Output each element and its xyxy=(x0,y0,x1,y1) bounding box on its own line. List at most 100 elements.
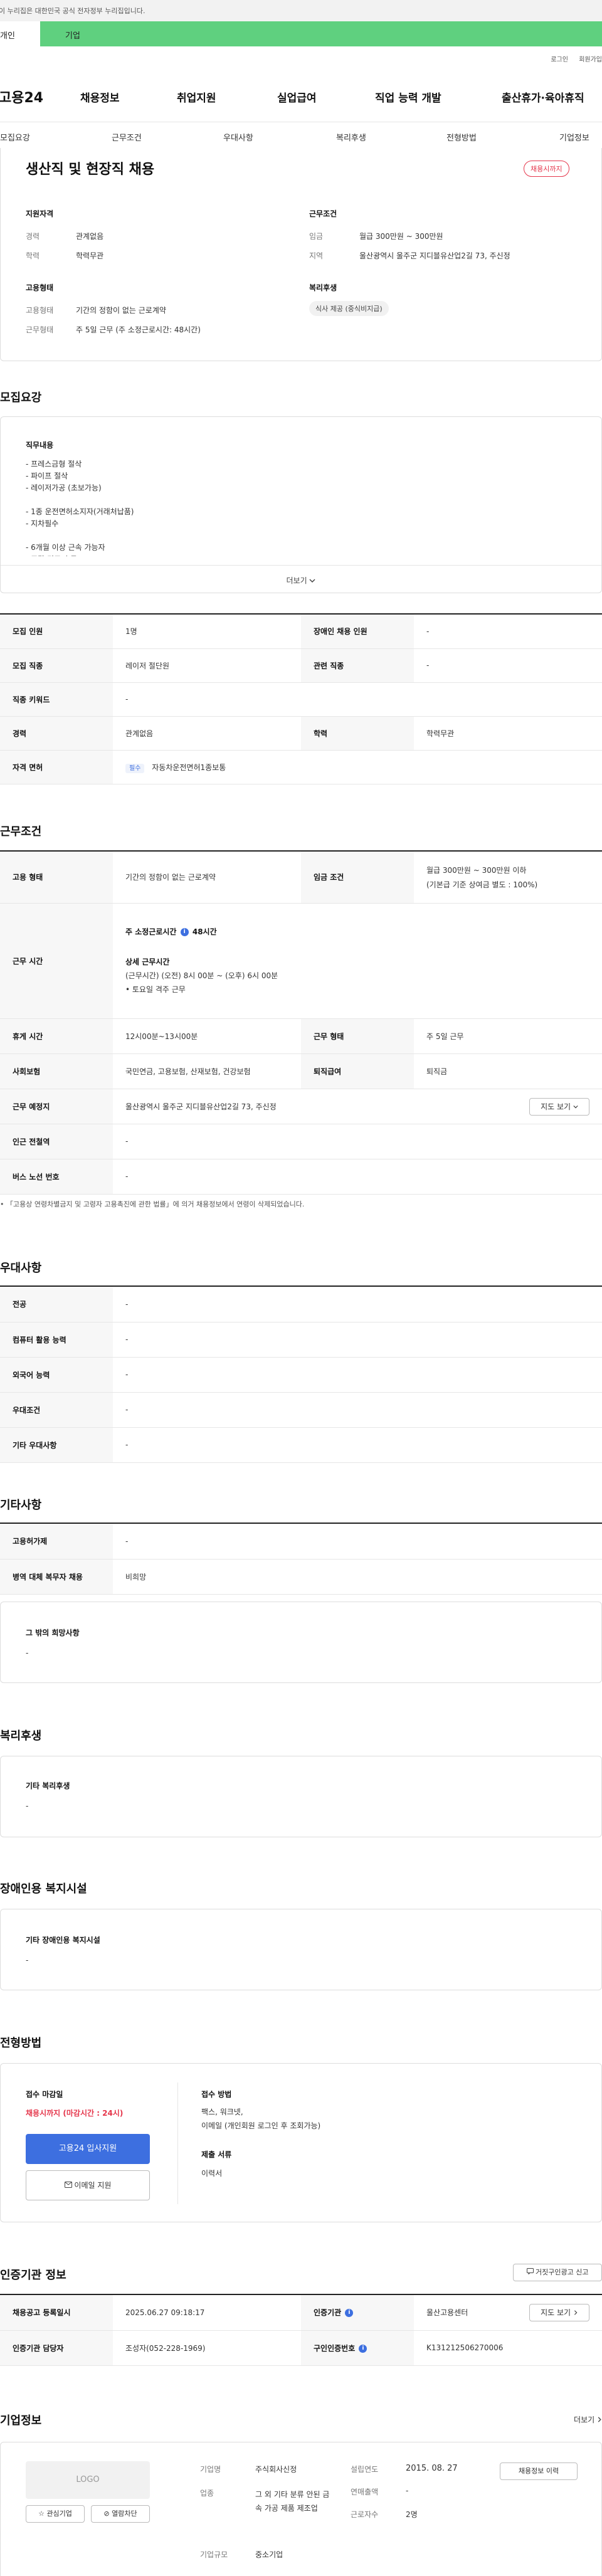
duty-line: - 1종 운전면허소지자(거래처납품) xyxy=(26,507,134,516)
disab-box-value: - xyxy=(26,1956,29,1965)
hours-extra: • 토요일 격주 근무 xyxy=(125,985,186,994)
anchor-work[interactable]: 근무조건 xyxy=(112,131,142,143)
wage-note: (기본급 기준 상여금 별도 : 100%) xyxy=(426,880,538,889)
row-value: - xyxy=(113,682,602,717)
etc-table: 고용허가제 - 병역 대체 복무자 채용 비희망 xyxy=(0,1524,602,1595)
cond-heading: 근무조건 xyxy=(309,209,337,218)
row-label: 관련 직종 xyxy=(301,648,414,683)
gnb-unemployment-benefit[interactable]: 실업급여 xyxy=(277,89,317,105)
email-apply-label: 이메일 지원 xyxy=(74,2181,112,2190)
divider xyxy=(177,2082,178,2204)
row-value: 퇴직금 xyxy=(414,1053,602,1089)
table-row: 컴퓨터 활용 능력 - xyxy=(0,1322,602,1358)
location-value: 울산광역시 울주군 지디블유산업2길 73, 주신정 xyxy=(125,1102,277,1111)
table-row: 고용허가제 - xyxy=(0,1524,602,1560)
row-value: 월급 300만원 ~ 300만원 이하 (기본급 기준 상여금 별도 : 100… xyxy=(414,852,602,904)
row-label: 모집 인원 xyxy=(0,615,113,649)
hours-detail-title: 상세 근무시간 xyxy=(125,958,170,966)
anchor-company[interactable]: 기업정보 xyxy=(559,131,589,143)
report-false-ad-button[interactable]: 거짓구인광고 신고 xyxy=(513,2264,602,2281)
chevron-right-icon xyxy=(574,2310,578,2315)
row-label: 학력 xyxy=(301,716,414,751)
global-nav: 고용24 채용정보 취업지원 실업급여 직업 능력 개발 출산휴가·육아휴직 xyxy=(0,82,602,113)
row-label: 채용공고 등록일시 xyxy=(0,2295,113,2331)
benefit-box: 기타 복리후생 - xyxy=(0,1756,602,1837)
row-label: 우대조건 xyxy=(0,1392,113,1428)
row-label: 고용 형태 xyxy=(0,852,113,904)
anchor-preference[interactable]: 우대사항 xyxy=(223,131,253,143)
gnb-employment-support[interactable]: 취업지원 xyxy=(177,89,216,105)
tab-personal[interactable]: 개인 xyxy=(0,21,40,46)
table-row: 인증기관 담당자 조성자(052-228-1969) 구인인증번호 i K131… xyxy=(0,2330,602,2366)
info-icon[interactable]: i xyxy=(180,928,189,936)
benefit-box-title: 기타 복리후생 xyxy=(26,1782,70,1790)
login-link[interactable]: 로그인 xyxy=(551,56,568,63)
duty-more-button[interactable]: 더보기 xyxy=(1,575,601,586)
company-heading: 기업정보 xyxy=(0,2414,42,2427)
emp-label: 근무형태 xyxy=(26,325,54,334)
etc-heading: 기타사항 xyxy=(0,1499,42,1512)
more-label: 더보기 xyxy=(286,576,307,585)
duty-line: - 지차필수 xyxy=(26,519,59,528)
block-label: 열람차단 xyxy=(112,2510,137,2518)
company-value: 주식회사신정 xyxy=(255,2465,297,2474)
chevron-down-icon xyxy=(309,576,315,585)
status-badge: 채용시까지 xyxy=(524,161,569,177)
row-label: 휴게 시간 xyxy=(0,1018,113,1054)
row-label: 병역 대체 복무자 채용 xyxy=(0,1559,113,1595)
row-label: 고용허가제 xyxy=(0,1524,113,1560)
block-company-button[interactable]: ⊘ 열람차단 xyxy=(91,2505,150,2523)
anchor-welfare[interactable]: 복리후생 xyxy=(336,131,366,143)
signup-link[interactable]: 회원가입 xyxy=(579,56,602,63)
company-more-link[interactable]: 더보기 xyxy=(574,2414,602,2425)
row-value: 비희망 xyxy=(113,1559,602,1595)
map-button-label: 지도 보기 xyxy=(541,2308,571,2317)
tab-company[interactable]: 기업 xyxy=(65,29,80,41)
apply-button[interactable]: 고용24 입사지원 xyxy=(26,2134,150,2164)
row-value: 12시00분~13시00분 xyxy=(113,1018,301,1054)
row-label: 임금 조건 xyxy=(301,852,414,904)
table-row: 인근 전철역 - xyxy=(0,1124,602,1159)
row-value: - xyxy=(414,648,602,683)
gnb-jobs[interactable]: 채용정보 xyxy=(80,89,120,105)
row-value: 조성자(052-228-1969) xyxy=(113,2330,301,2366)
gov-banner: 이 누리집은 대한민국 공식 전자정부 누리집입니다. xyxy=(0,0,602,21)
anchor-recruit[interactable]: 모집요강 xyxy=(0,131,30,143)
company-label: 기업규모 xyxy=(200,2550,228,2559)
info-icon[interactable]: i xyxy=(359,2344,367,2353)
summary-card: 생산직 및 현장직 채용 채용시까지 지원자격 경력 관계없음 학력 학력무관 … xyxy=(0,148,602,361)
duty-line: - 6개월 이상 근속 가능자 xyxy=(26,543,105,552)
info-icon[interactable]: i xyxy=(345,2309,354,2318)
table-row: 우대조건 - xyxy=(0,1392,602,1428)
map-button[interactable]: 지도 보기 xyxy=(529,1097,589,1116)
pref-table: 전공 - 컴퓨터 활용 능력 - 외국어 능력 - 우대조건 - 기타 우대사항 - xyxy=(0,1287,602,1463)
map-button-label: 지도 보기 xyxy=(541,1102,571,1111)
duty-line: - 레이저가공 (초보가능) xyxy=(26,483,102,492)
favorite-company-button[interactable]: ☆ 관심기업 xyxy=(26,2505,85,2523)
inst-label: 인증기관 xyxy=(314,2308,342,2318)
company-more-label: 더보기 xyxy=(574,2415,595,2424)
table-row: 전공 - xyxy=(0,1287,602,1322)
hiring-history-button[interactable]: 채용정보 이력 xyxy=(500,2463,578,2480)
agency-map-button[interactable]: 지도 보기 xyxy=(529,2304,589,2321)
company-value: - xyxy=(406,2486,409,2495)
table-row: 고용 형태 기간의 정함이 없는 근로계약 임금 조건 월급 300만원 ~ 3… xyxy=(0,852,602,904)
recruit-table: 모집 인원 1명 장애인 채용 인원 - 모집 직종 레이저 절단원 관련 직종… xyxy=(0,615,602,784)
method-line: 이메일 (개인회원 로그인 후 조회가능) xyxy=(201,2121,321,2130)
job-title: 생산직 및 현장직 채용 xyxy=(26,162,155,177)
row-label: 구인인증번호 i xyxy=(301,2330,414,2366)
site-logo[interactable]: 고용24 xyxy=(0,87,43,107)
star-icon: ☆ xyxy=(38,2510,45,2518)
email-apply-button[interactable]: 이메일 지원 xyxy=(26,2170,150,2200)
duty-line: - 프레스금형 절삭 xyxy=(26,460,82,468)
gnb-vocational-training[interactable]: 직업 능력 개발 xyxy=(375,89,441,105)
qual-value: 관계없음 xyxy=(76,232,104,241)
row-label: 직종 키워드 xyxy=(0,682,113,717)
anchor-process[interactable]: 전형방법 xyxy=(446,131,477,143)
company-label: 업종 xyxy=(200,2489,214,2498)
num-label: 구인인증번호 xyxy=(314,2343,356,2353)
emp-value: 주 5일 근무 (주 소정근로시간: 48시간) xyxy=(76,325,201,334)
table-row: 직종 키워드 - xyxy=(0,682,602,717)
row-label: 인증기관 i xyxy=(301,2295,414,2331)
gnb-parental-leave[interactable]: 출산휴가·육아휴직 xyxy=(502,89,584,105)
